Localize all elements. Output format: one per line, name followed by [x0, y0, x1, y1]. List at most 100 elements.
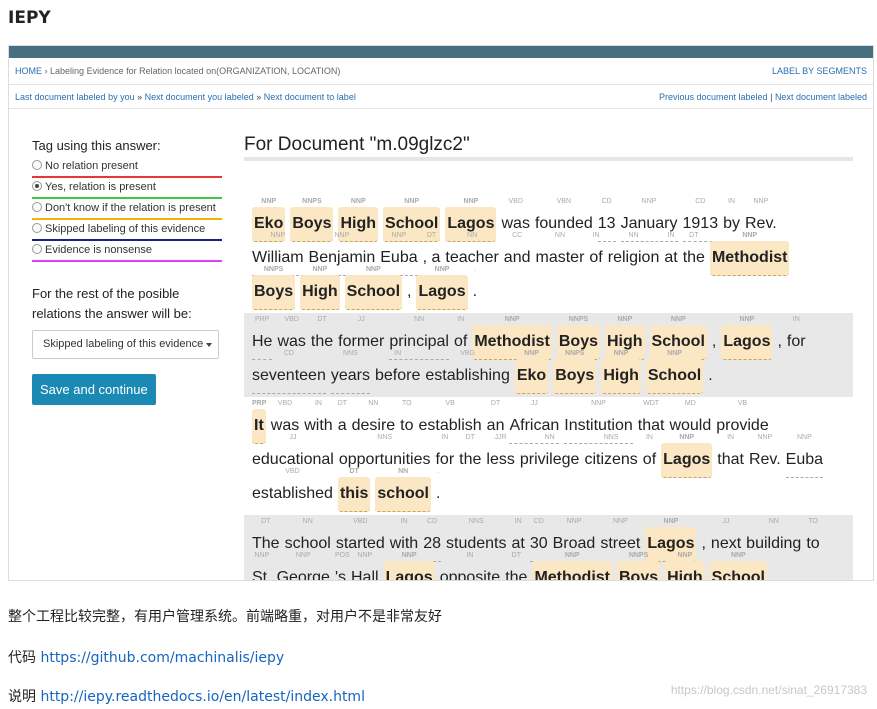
answer-option[interactable]: No relation present — [32, 157, 222, 178]
token-text: African — [509, 417, 560, 434]
word-token: IN at — [664, 232, 678, 275]
answer-option[interactable]: Evidence is nonsense — [32, 241, 222, 262]
token-text: educational — [252, 451, 334, 468]
pos-tag: VBD — [284, 316, 299, 323]
token-text: Lagos — [663, 451, 711, 468]
pos-tag: TO — [402, 400, 412, 407]
entity-token[interactable]: NN school — [375, 468, 431, 512]
text-segment[interactable]: PRP He VBD was DT the JJ former NN principal IN of N… — [244, 313, 853, 397]
entity-token[interactable]: NNP Lagos — [721, 316, 773, 360]
pos-tag: TO — [808, 518, 818, 525]
entity-token[interactable]: NNP Lagos — [661, 434, 713, 478]
code-line: 代码 https://github.com/machinalis/iepy — [8, 647, 284, 667]
segment-line: CD seventeen NNS years IN before VBG establishi… — [252, 350, 845, 394]
entity-token[interactable]: NNP School — [645, 350, 704, 394]
entity-token[interactable]: NNP High — [300, 266, 340, 310]
entity-token[interactable]: NNPS Boys — [553, 350, 597, 394]
token-text: would — [669, 417, 712, 434]
word-token: IN for — [787, 316, 806, 359]
answer-option[interactable]: Skipped labeling of this evidence — [32, 220, 222, 241]
token-text: former — [338, 333, 385, 350]
word-token: DT the — [459, 434, 481, 477]
word-token: NNP Euba — [785, 434, 824, 478]
token-text: School — [711, 569, 765, 581]
entity-token[interactable]: NNP School — [709, 552, 767, 581]
pos-tag: IN — [792, 316, 800, 323]
breadcrumb-home-link[interactable]: HOME — [15, 66, 42, 76]
token-text: He — [252, 333, 273, 350]
pos-tag: NNPS — [565, 350, 585, 357]
word-token: IN opposite — [439, 552, 501, 581]
answer-option-label: Evidence is nonsense — [45, 244, 153, 256]
pos-tag: VBD — [508, 198, 523, 205]
radio-icon[interactable] — [32, 160, 42, 170]
pos-tag: NNP — [312, 266, 328, 273]
radio-icon[interactable] — [32, 223, 42, 233]
token-text: opposite — [439, 569, 501, 581]
entity-token[interactable]: NNPS Boys — [252, 266, 296, 310]
pos-tag: NNP — [742, 232, 758, 239]
pos-tag: NNP — [404, 198, 420, 205]
answer-option-label: Don't know if the relation is present — [45, 202, 216, 214]
next-to-label-link[interactable]: Next document to label — [264, 92, 356, 102]
entity-token[interactable]: NNP Lagos — [383, 552, 435, 580]
token-text: High — [603, 367, 639, 384]
entity-token[interactable]: NNP Lagos — [416, 266, 468, 310]
token-text: , — [701, 535, 706, 552]
entity-token[interactable]: NNP Eko — [514, 350, 549, 394]
doc-link[interactable]: http://iepy.readthedocs.io/en/latest/ind… — [40, 689, 365, 705]
answer-options: No relation present Yes, relation is pres… — [32, 157, 222, 262]
next-you-labeled-link[interactable]: Next document you labeled — [145, 92, 254, 102]
text-segment[interactable]: NNP Eko NNPS Boys NNP High NNP School NNP Lagos VB… — [244, 195, 853, 313]
token-text: School — [651, 333, 705, 350]
token-text: St. — [252, 569, 272, 581]
token-text: 28 — [423, 535, 441, 552]
pos-tag: NNP — [357, 552, 373, 559]
token-text: less — [486, 451, 515, 468]
answer-option[interactable]: Yes, relation is present — [32, 178, 222, 199]
token-text: School — [346, 283, 401, 300]
code-link[interactable]: https://github.com/machinalis/iepy — [40, 650, 284, 666]
pos-tag: NNS — [603, 434, 619, 441]
label-by-segments-link[interactable]: LABEL BY SEGMENTS — [772, 66, 867, 76]
pos-tag: NNP — [613, 350, 629, 357]
token-text: was — [270, 417, 300, 434]
pos-tag: POS — [334, 552, 350, 559]
entity-token[interactable]: NNP Methodist — [709, 232, 790, 276]
radio-icon[interactable] — [32, 244, 42, 254]
pos-tag: . — [709, 350, 712, 357]
entity-token[interactable]: DT this — [337, 468, 371, 512]
radio-icon[interactable] — [32, 181, 42, 191]
previous-labeled-link[interactable]: Previous document labeled — [659, 92, 768, 102]
entity-token[interactable]: NNPS Boys — [616, 552, 661, 580]
last-labeled-by-you-link[interactable]: Last document labeled by you — [15, 92, 135, 102]
entity-token[interactable]: NNP Methodist — [532, 552, 612, 580]
entity-token[interactable]: NNP School — [344, 266, 403, 310]
pos-tag: IN — [727, 434, 735, 441]
app-top-bar — [9, 46, 873, 58]
radio-icon[interactable] — [32, 202, 42, 212]
text-segment[interactable]: DT The NN school VBD started IN with CD 28 NNS stud… — [244, 515, 853, 581]
entity-token[interactable]: NNP High — [601, 350, 641, 394]
pos-tag: NNP — [391, 232, 407, 239]
entity-token[interactable]: NNP High — [665, 552, 705, 580]
post-title: IEPY — [8, 8, 51, 28]
word-token: NNP Hall — [351, 552, 379, 580]
answer-option[interactable]: Don't know if the relation is present — [32, 199, 222, 220]
rest-answer-select[interactable]: Skipped labeling of this evidence — [32, 330, 219, 359]
pos-tag: VBD — [285, 468, 300, 475]
token-text: . — [708, 367, 713, 384]
token-text: building — [746, 535, 802, 552]
token-text: that — [717, 451, 744, 468]
token-text: Euba — [380, 249, 418, 266]
tag-heading: Tag using this answer: — [32, 138, 161, 153]
save-and-continue-button[interactable]: Save and continue — [32, 374, 156, 405]
document-navigation: Last document labeled by you » Next docu… — [9, 85, 873, 109]
text-segment[interactable]: PRP It VBD was IN with DT a NN desire TO to VB establ… — [244, 397, 853, 515]
next-labeled-link[interactable]: Next document labeled — [775, 92, 867, 102]
answer-color-line — [32, 260, 222, 262]
token-text: at — [664, 249, 678, 266]
token-text: Boys — [558, 333, 598, 350]
pos-tag: NNPS — [568, 316, 589, 323]
pos-tag: NN — [554, 232, 566, 239]
